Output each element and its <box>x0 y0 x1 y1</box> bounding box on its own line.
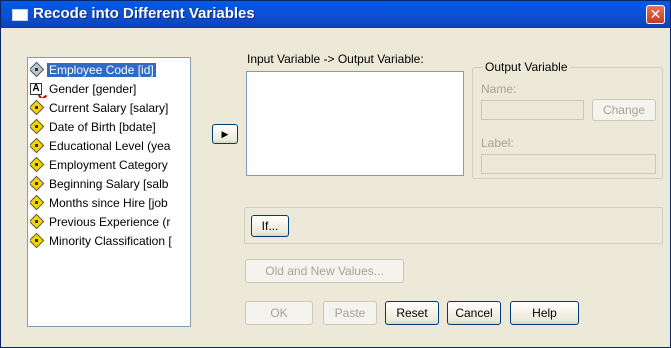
variable-label: Beginning Salary [salb <box>49 177 169 191</box>
close-button[interactable]: ✕ <box>646 5 665 24</box>
variable-item[interactable]: Date of Birth [bdate] <box>30 118 190 136</box>
dialog-icon <box>12 9 28 21</box>
name-label: Name: <box>481 82 517 96</box>
nominal-icon: A <box>30 82 44 96</box>
scale-icon <box>30 213 45 230</box>
scale-icon <box>30 118 45 135</box>
variable-item[interactable]: Beginning Salary [salb <box>30 175 190 193</box>
variable-label: Date of Birth [bdate] <box>49 120 156 134</box>
cancel-button[interactable]: Cancel <box>447 301 501 325</box>
if-panel <box>244 207 663 244</box>
variable-item[interactable]: Current Salary [salary] <box>30 99 190 117</box>
recode-dialog: Recode into Different Variables ✕ Employ… <box>0 0 671 348</box>
scale-icon <box>30 156 45 173</box>
ok-button[interactable]: OK <box>245 301 313 325</box>
variable-label: Previous Experience (r <box>49 215 171 229</box>
title-bar[interactable]: Recode into Different Variables ✕ <box>1 1 670 28</box>
variable-label: Months since Hire [job <box>49 196 168 210</box>
output-variable-title: Output Variable <box>483 60 570 74</box>
variable-label: Minority Classification [ <box>49 234 172 248</box>
label-label: Label: <box>481 136 514 150</box>
variable-item[interactable]: Employee Code [id] <box>30 61 190 79</box>
help-button[interactable]: Help <box>510 301 579 325</box>
change-button[interactable]: Change <box>592 99 656 121</box>
variable-item[interactable]: Educational Level (yea <box>30 137 190 155</box>
variable-item[interactable]: Minority Classification [ <box>30 232 190 250</box>
io-list-label: Input Variable -> Output Variable: <box>247 52 424 66</box>
variable-label: Employment Category <box>49 158 168 172</box>
scale-icon <box>30 194 45 211</box>
paste-button[interactable]: Paste <box>323 301 377 325</box>
variable-label: Employee Code [id] <box>47 63 156 77</box>
scale-icon <box>30 137 45 154</box>
scale-icon <box>30 61 45 78</box>
if-button[interactable]: If... <box>251 215 289 237</box>
variable-label: Current Salary [salary] <box>49 101 169 115</box>
variable-label: Gender [gender] <box>49 82 137 96</box>
scale-icon <box>30 99 45 116</box>
scale-icon <box>30 175 45 192</box>
variable-list[interactable]: Employee Code [id] A Gender [gender] Curr… <box>27 57 191 327</box>
variable-item[interactable]: Months since Hire [job <box>30 194 190 212</box>
old-new-values-button[interactable]: Old and New Values... <box>245 259 404 283</box>
variable-label: Educational Level (yea <box>49 139 171 153</box>
label-field[interactable] <box>481 154 656 174</box>
name-field[interactable] <box>481 100 584 120</box>
variable-item[interactable]: Previous Experience (r <box>30 213 190 231</box>
variable-item[interactable]: A Gender [gender] <box>30 80 190 98</box>
move-variable-button[interactable]: ▶ <box>212 124 238 144</box>
variable-item[interactable]: Employment Category <box>30 156 190 174</box>
dialog-title: Recode into Different Variables <box>33 5 255 22</box>
reset-button[interactable]: Reset <box>385 301 439 325</box>
input-output-list[interactable] <box>246 71 464 176</box>
scale-icon <box>30 232 45 249</box>
right-arrow-icon: ▶ <box>221 129 229 139</box>
